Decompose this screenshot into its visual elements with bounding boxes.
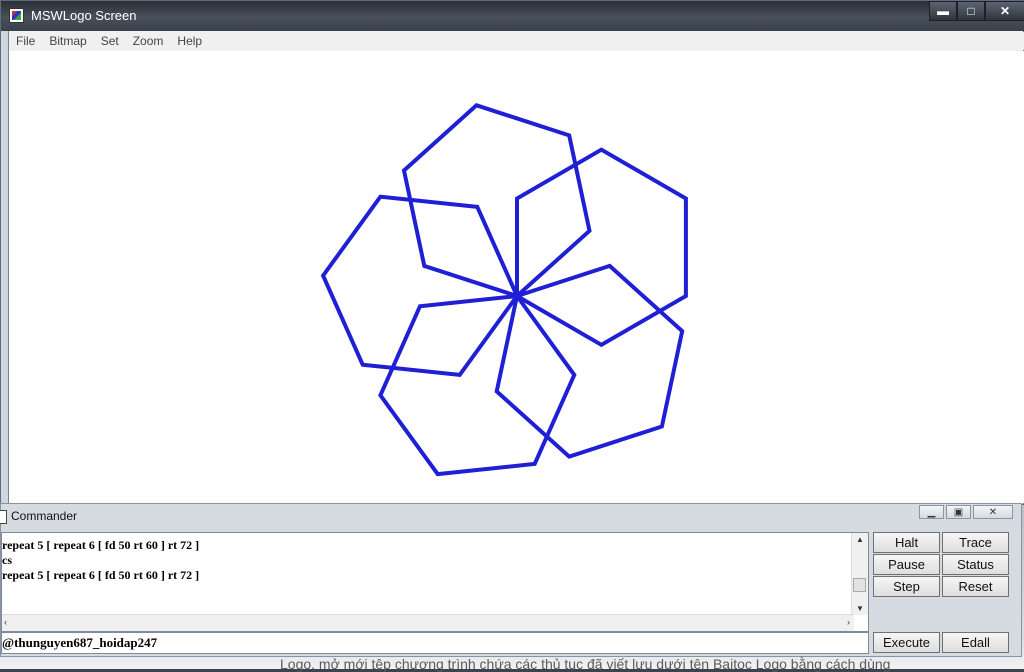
reset-button[interactable]: Reset — [942, 576, 1009, 597]
scroll-left-arrow-icon[interactable]: ‹ — [4, 617, 7, 627]
scroll-thumb[interactable] — [853, 578, 866, 592]
caption-buttons: ▬ □ ✕ — [929, 1, 1024, 23]
menu-file[interactable]: File — [9, 34, 42, 48]
trace-button[interactable]: Trace — [942, 532, 1009, 553]
history-line[interactable]: repeat 5 [ repeat 6 [ fd 50 rt 60 ] rt 7… — [2, 538, 199, 553]
hexagon-petal — [515, 147, 688, 348]
commander-minimize-button[interactable]: ▁ — [919, 505, 944, 519]
hexagon-flower — [320, 103, 688, 477]
title-bar[interactable]: MSWLogo Screen ▬ □ ✕ — [1, 1, 1024, 31]
history-line[interactable]: repeat 5 [ repeat 6 [ fd 50 rt 60 ] rt 7… — [2, 568, 199, 583]
commander-restore-button[interactable]: ▣ — [946, 505, 971, 519]
hexagon-petal — [378, 294, 577, 477]
scroll-right-arrow-icon[interactable]: › — [847, 617, 850, 627]
pause-button[interactable]: Pause — [873, 554, 940, 575]
status-button[interactable]: Status — [942, 554, 1009, 575]
menu-set[interactable]: Set — [94, 34, 126, 48]
menu-bitmap[interactable]: Bitmap — [42, 34, 93, 48]
halt-button[interactable]: Halt — [873, 532, 940, 553]
mswlogo-screen-window: MSWLogo Screen ▬ □ ✕ File Bitmap Set Zoo… — [0, 0, 1024, 506]
menu-zoom[interactable]: Zoom — [126, 34, 171, 48]
app-icon — [9, 8, 24, 23]
turtle-canvas[interactable] — [9, 51, 1024, 503]
commander-window: Commander ▁ ▣ ✕ repeat 5 [ repeat 6 [ fd… — [0, 503, 1022, 657]
commander-icon — [0, 510, 7, 524]
menu-help[interactable]: Help — [170, 34, 209, 48]
history-lines: repeat 5 [ repeat 6 [ fd 50 rt 60 ] rt 7… — [2, 538, 199, 583]
command-input[interactable]: @thunguyen687_hoidap247 — [1, 632, 869, 654]
execute-button[interactable]: Execute — [873, 632, 940, 653]
command-history[interactable]: repeat 5 [ repeat 6 [ fd 50 rt 60 ] rt 7… — [1, 532, 869, 632]
history-vertical-scrollbar[interactable]: ▲ ▼ — [851, 533, 868, 615]
commander-close-button[interactable]: ✕ — [973, 505, 1013, 519]
menu-bar: File Bitmap Set Zoom Help — [9, 32, 1024, 50]
window-frame-left — [1, 31, 9, 506]
background-document-text: Logo, mở mới tệp chương trình chứa các t… — [280, 656, 891, 672]
step-button[interactable]: Step — [873, 576, 940, 597]
scroll-up-arrow-icon[interactable]: ▲ — [856, 535, 864, 544]
scroll-down-arrow-icon[interactable]: ▼ — [856, 604, 864, 613]
turtle-drawing — [320, 103, 688, 477]
minimize-button[interactable]: ▬ — [929, 1, 957, 21]
history-horizontal-scrollbar[interactable]: ‹ › — [2, 614, 854, 631]
close-button[interactable]: ✕ — [985, 1, 1024, 21]
maximize-button[interactable]: □ — [957, 1, 985, 21]
window-title: MSWLogo Screen — [31, 8, 137, 23]
commander-caption-buttons: ▁ ▣ ✕ — [919, 505, 1013, 519]
hexagon-petal — [494, 263, 685, 459]
history-line[interactable]: cs — [2, 553, 199, 568]
edall-button[interactable]: Edall — [942, 632, 1009, 653]
commander-title: Commander — [11, 509, 78, 523]
